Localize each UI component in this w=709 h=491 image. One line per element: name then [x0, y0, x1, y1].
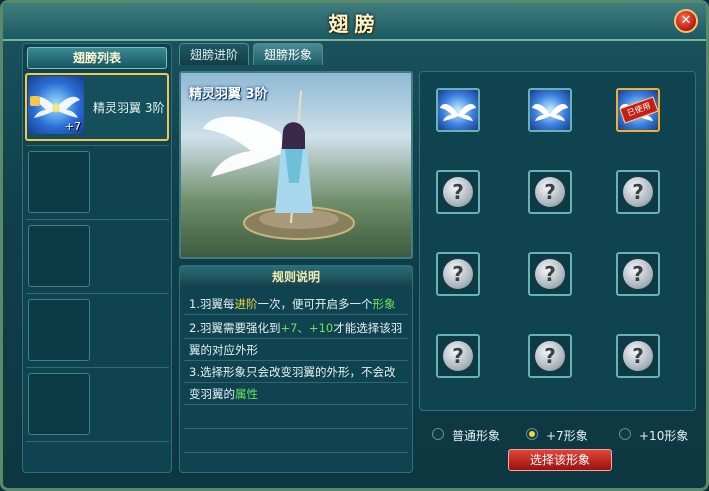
divider — [184, 382, 408, 383]
appearance-cell[interactable] — [528, 88, 572, 132]
preview-wing-name: 精灵羽翼 3阶 — [189, 87, 268, 102]
rule-line: 3.选择形象只会改变羽翼的外形，不会改 — [189, 365, 396, 379]
divider — [26, 293, 169, 294]
appearance-cell-locked[interactable]: ? — [528, 170, 572, 214]
divider — [26, 441, 169, 442]
window-title: 翅膀 — [328, 12, 381, 36]
radio-icon — [526, 428, 538, 440]
question-icon: ? — [535, 259, 565, 289]
question-icon: ? — [535, 341, 565, 371]
tab-wing-appearance[interactable]: 翅膀形象 — [253, 43, 323, 65]
divider — [26, 145, 169, 146]
empty-slot[interactable] — [28, 373, 90, 435]
wing-icon — [440, 104, 476, 121]
wing-list-header: 翅膀列表 — [27, 47, 167, 69]
list-item[interactable]: +7 精灵羽翼 3阶 — [25, 73, 169, 141]
question-icon: ? — [535, 177, 565, 207]
divider — [184, 404, 408, 405]
question-icon: ? — [443, 341, 473, 371]
empty-slot[interactable] — [28, 299, 90, 361]
appearance-cell-selected[interactable]: 已使用 — [616, 88, 660, 132]
empty-slot[interactable] — [28, 151, 90, 213]
question-icon: ? — [443, 259, 473, 289]
tab-wing-advance[interactable]: 翅膀进阶 — [179, 43, 249, 65]
wing-name: 精灵羽翼 3阶 — [93, 101, 165, 115]
wing-icon — [532, 104, 568, 121]
wing-icon: +7 — [28, 76, 84, 134]
divider — [184, 360, 408, 361]
divider — [184, 314, 408, 315]
question-icon: ? — [443, 177, 473, 207]
select-appearance-button[interactable]: 选择该形象 — [508, 449, 612, 471]
rule-line: 翼的对应外形 — [189, 343, 258, 357]
appearance-cell[interactable] — [436, 88, 480, 132]
divider — [26, 367, 169, 368]
rule-line: 1.羽翼每进阶一次，便可开启多一个形象 — [189, 297, 396, 311]
radio-icon — [619, 428, 631, 440]
question-icon: ? — [623, 259, 653, 289]
wing-level: +7 — [64, 120, 81, 133]
rules-panel: 规则说明 1.羽翼每进阶一次，便可开启多一个形象 2.羽翼需要强化到+7、+10… — [179, 265, 413, 473]
appearance-cell-locked[interactable]: ? — [616, 170, 660, 214]
appearance-cell-locked[interactable]: ? — [616, 252, 660, 296]
radio-icon — [432, 428, 444, 440]
question-icon: ? — [623, 177, 653, 207]
appearance-cell-locked[interactable]: ? — [528, 252, 572, 296]
divider — [184, 338, 408, 339]
question-icon: ? — [623, 341, 653, 371]
divider — [184, 452, 408, 453]
appearance-grid: 已使用 ? ? ? ? ? ? ? ? ? — [419, 71, 696, 411]
appearance-cell-locked[interactable]: ? — [436, 170, 480, 214]
wing-preview: 精灵羽翼 3阶 — [179, 71, 413, 259]
rules-header: 规则说明 — [180, 266, 412, 288]
divider — [184, 428, 408, 429]
empty-slot[interactable] — [28, 225, 90, 287]
rule-line: 2.羽翼需要强化到+7、+10才能选择该羽 — [189, 321, 403, 335]
wing-list-panel: 翅膀列表 +7 精灵羽翼 3阶 — [22, 43, 172, 473]
appearance-cell-locked[interactable]: ? — [436, 334, 480, 378]
rule-line: 变羽翼的属性 — [189, 387, 258, 401]
wings-window: 翅膀 ✕ 翅膀列表 +7 精灵羽翼 3阶 翅膀进阶 翅膀形象 精灵羽翼 3阶 规… — [0, 0, 709, 491]
close-icon[interactable]: ✕ — [674, 9, 698, 33]
title-bar: 翅膀 ✕ — [3, 3, 706, 41]
appearance-cell-locked[interactable]: ? — [436, 252, 480, 296]
lock-icon — [30, 96, 40, 106]
divider — [26, 219, 169, 220]
appearance-cell-locked[interactable]: ? — [616, 334, 660, 378]
appearance-cell-locked[interactable]: ? — [528, 334, 572, 378]
